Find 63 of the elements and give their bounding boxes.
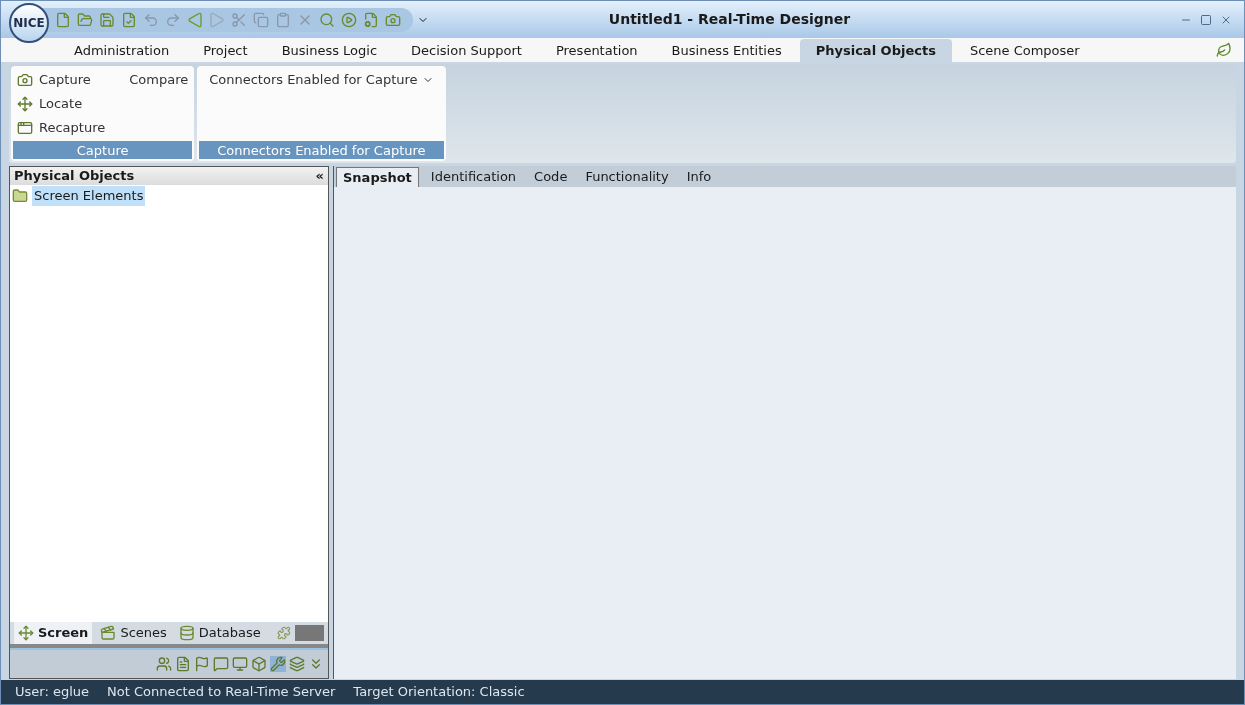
collapse-button[interactable]: « bbox=[315, 166, 324, 186]
maximize-icon[interactable] bbox=[1200, 13, 1212, 26]
content-tab[interactable]: Functionality bbox=[579, 167, 675, 187]
ribbon-tab[interactable]: Scene Composer bbox=[953, 39, 1096, 62]
tab-scroll-buttons[interactable] bbox=[294, 625, 324, 641]
ribbon-tab[interactable]: Project bbox=[187, 39, 264, 62]
panel-title: Physical Objects bbox=[14, 167, 135, 186]
panel-tab[interactable]: Database bbox=[174, 622, 265, 644]
ribbon-button[interactable]: Capture bbox=[17, 70, 106, 90]
tree-item[interactable]: Screen Elements bbox=[32, 186, 146, 206]
folder-icon[interactable] bbox=[77, 11, 93, 28]
file-check-icon[interactable] bbox=[121, 11, 137, 28]
ribbon-tab[interactable]: Business Logic bbox=[265, 39, 394, 62]
new-file-icon[interactable] bbox=[55, 11, 71, 28]
status-text: Target Orientation: Classic bbox=[353, 683, 525, 702]
splitter[interactable] bbox=[10, 644, 328, 650]
file-gear-icon[interactable] bbox=[363, 11, 379, 28]
ribbon-tab[interactable]: Administration bbox=[58, 39, 186, 62]
content-tab[interactable]: Snapshot bbox=[336, 167, 419, 187]
play-icon[interactable] bbox=[341, 11, 357, 28]
ribbon-button[interactable]: Recapture bbox=[17, 118, 106, 138]
app-logo[interactable]: NICE bbox=[9, 2, 49, 43]
ribbon-group-title: Connectors Enabled for Capture bbox=[199, 141, 444, 159]
redo-icon[interactable] bbox=[165, 11, 181, 28]
database-icon bbox=[178, 625, 195, 641]
back-icon[interactable] bbox=[187, 11, 203, 28]
ribbon-tab[interactable]: Physical Objects bbox=[799, 39, 952, 62]
camera-icon bbox=[17, 72, 33, 88]
search-icon[interactable] bbox=[319, 11, 335, 28]
message-icon[interactable] bbox=[213, 656, 229, 672]
ribbon-tab[interactable]: Decision Support bbox=[395, 39, 538, 62]
ribbon-group-title: Capture bbox=[13, 141, 193, 159]
flag-icon[interactable] bbox=[194, 656, 210, 672]
status-text: Not Connected to Real-Time Server bbox=[107, 683, 336, 702]
paste-icon[interactable] bbox=[275, 11, 291, 28]
camera-icon[interactable] bbox=[385, 11, 401, 28]
leaf-icon[interactable] bbox=[1216, 42, 1232, 58]
ribbon-tab[interactable]: Business Entities bbox=[655, 39, 798, 62]
forward-icon[interactable] bbox=[209, 11, 225, 28]
save-icon[interactable] bbox=[99, 11, 115, 28]
content-tab[interactable]: Info bbox=[680, 167, 718, 187]
cut-icon[interactable] bbox=[231, 11, 247, 28]
content-tab[interactable]: Code bbox=[528, 167, 574, 187]
clapperboard-icon bbox=[100, 625, 117, 641]
panel-tab[interactable]: Scenes bbox=[96, 622, 171, 644]
undo-icon[interactable] bbox=[143, 11, 159, 28]
content-tab[interactable]: Identification bbox=[424, 167, 523, 187]
cube-icon[interactable] bbox=[251, 656, 267, 672]
tools-icon[interactable] bbox=[270, 656, 286, 672]
puzzle-icon[interactable] bbox=[276, 625, 291, 641]
ribbon-tab[interactable]: Presentation bbox=[539, 39, 654, 62]
panel-tab[interactable]: Screen bbox=[14, 622, 93, 644]
monitor-icon[interactable] bbox=[232, 656, 248, 672]
status-text: User: eglue bbox=[15, 683, 89, 702]
copy-icon[interactable] bbox=[253, 11, 269, 28]
window-icon bbox=[17, 120, 33, 136]
ribbon-button[interactable]: Locate bbox=[17, 94, 106, 114]
folder-icon bbox=[12, 187, 28, 204]
ribbon-button[interactable]: Compare bbox=[129, 70, 189, 90]
connectors-dropdown[interactable]: Connectors Enabled for Capture bbox=[203, 70, 440, 90]
document-icon[interactable] bbox=[175, 656, 191, 672]
window-title: Untitled1 - Real-Time Designer bbox=[607, 10, 852, 29]
people-icon[interactable] bbox=[156, 656, 172, 672]
